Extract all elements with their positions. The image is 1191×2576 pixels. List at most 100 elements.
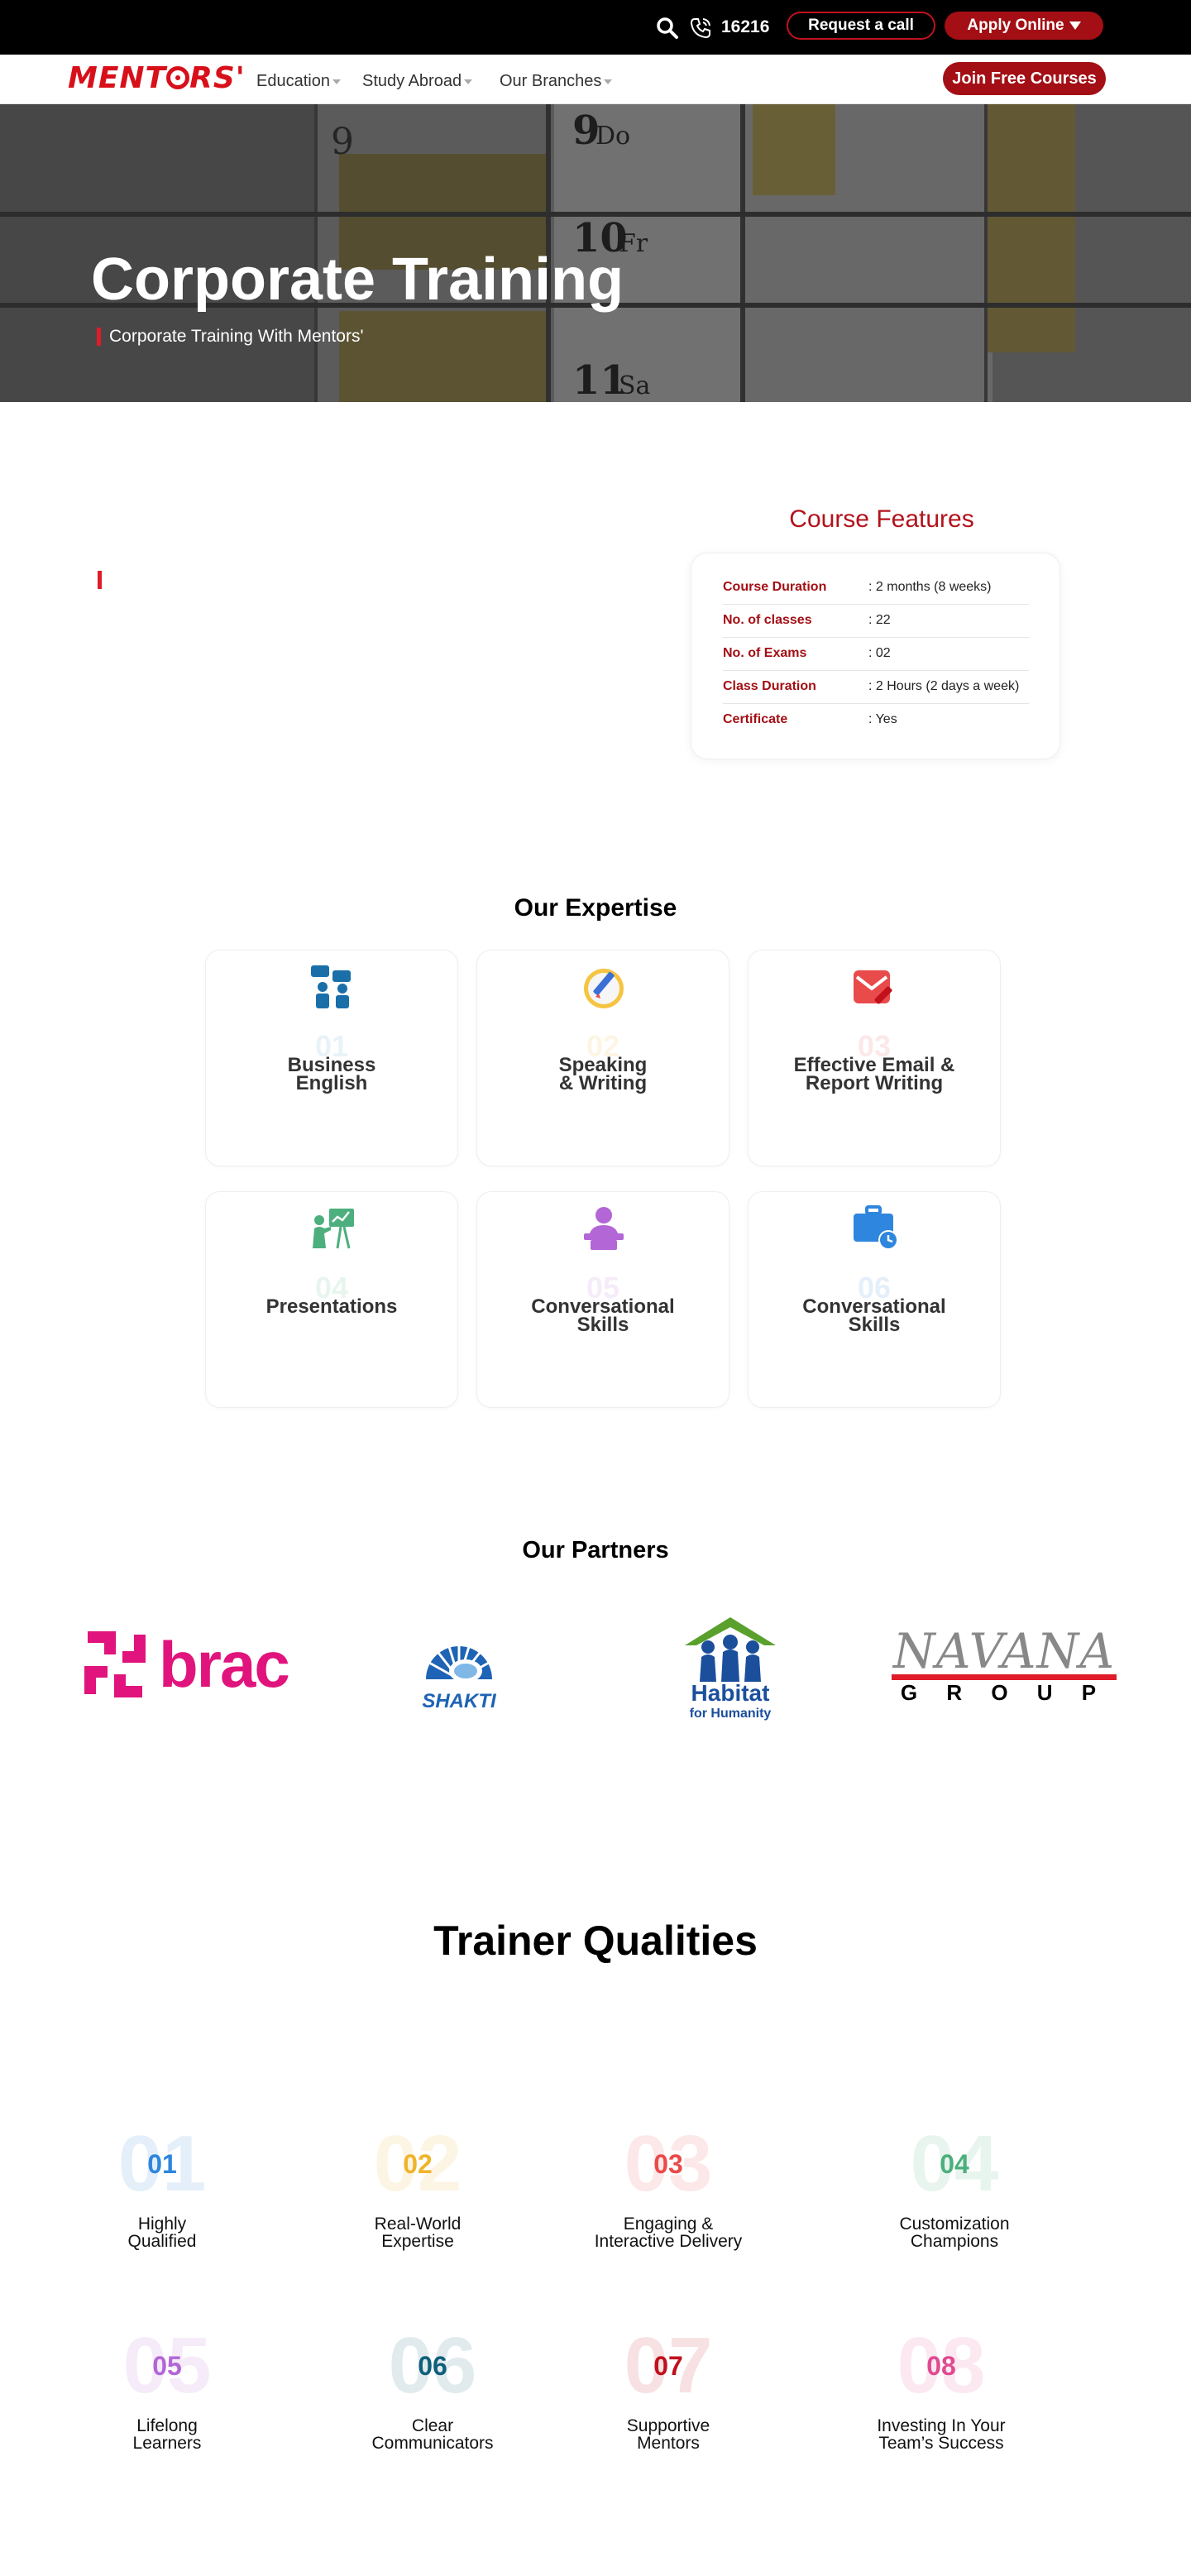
habitat-logo-text: Habitat — [691, 1680, 770, 1706]
card-label: Conversational Skills — [477, 1297, 729, 1336]
partner-logo-brac[interactable]: brac — [79, 1626, 303, 1702]
quality-label-line: Lifelong — [136, 2416, 198, 2435]
nav-item-education[interactable]: Education — [256, 71, 341, 91]
feature-value: : 02 — [868, 646, 891, 660]
mentors-logo[interactable]: MENT RS' — [68, 60, 246, 98]
quality-label: Engaging & Interactive Delivery — [561, 2215, 776, 2250]
quality-label: Customization Champions — [847, 2215, 1062, 2250]
quality-number: 08 — [926, 2351, 956, 2381]
quality-label: Lifelong Learners — [60, 2417, 275, 2452]
partner-logo-habitat[interactable]: Habitat for Humanity — [683, 1616, 777, 1725]
quality-label-line: Real-World — [374, 2214, 462, 2234]
shakti-sun-icon — [426, 1640, 492, 1683]
habitat-logo-subtext: for Humanity — [689, 1707, 772, 1721]
quality-label: Clear Communicators — [325, 2417, 540, 2452]
quality-number: 05 — [152, 2351, 182, 2381]
quality-label: Highly Qualified — [55, 2215, 270, 2250]
quality-label-line: Investing In Your — [877, 2416, 1006, 2435]
quality-label-line: Communicators — [371, 2434, 494, 2453]
feature-value: : 2 Hours (2 days a week) — [868, 679, 1020, 693]
chevron-down-icon — [1069, 21, 1081, 30]
trainer-qualities-title: Trainer Qualities — [433, 1918, 758, 1964]
quality-label-line: Expertise — [381, 2232, 454, 2251]
search-icon[interactable] — [655, 16, 680, 41]
expertise-card[interactable]: 04 Presentations — [205, 1191, 458, 1408]
expertise-card[interactable]: 02 Speaking & Writing — [476, 950, 729, 1166]
feature-label: No. of classes — [723, 613, 812, 627]
feature-row: Certificate : Yes — [723, 704, 1029, 737]
nav-item-label: Education — [256, 72, 330, 90]
logo-o-mark — [166, 66, 190, 89]
apply-online-button[interactable]: Apply Online — [945, 12, 1103, 40]
chevron-down-icon — [464, 79, 473, 84]
expertise-title: Our Expertise — [514, 894, 677, 922]
phone-icon[interactable] — [688, 16, 713, 41]
section-accent-bar — [98, 571, 102, 589]
quality-number: 06 — [418, 2351, 447, 2381]
chevron-down-icon — [604, 79, 613, 84]
course-features-card: Course Duration : 2 months (8 weeks) No.… — [691, 553, 1060, 759]
navana-red-bar — [892, 1674, 1117, 1680]
card-label-line: Skills — [576, 1314, 629, 1336]
feature-label: Certificate — [723, 712, 788, 726]
quality-number: 07 — [653, 2351, 683, 2381]
partner-logo-shakti[interactable]: SHAKTI — [418, 1613, 500, 1726]
card-label-line: & Writing — [558, 1072, 648, 1094]
business-english-icon — [311, 965, 351, 1008]
card-label: Effective Email & Report Writing — [749, 1056, 1000, 1094]
brac-logo-text: brac — [159, 1628, 290, 1701]
request-call-button[interactable]: Request a call — [787, 12, 935, 40]
quality-number: 04 — [940, 2149, 969, 2179]
feature-value: : 22 — [868, 613, 891, 627]
chevron-down-icon — [332, 79, 341, 84]
speaking-writing-icon — [584, 969, 624, 1008]
feature-value: : 2 months (8 weeks) — [868, 580, 992, 594]
card-label-line: Report Writing — [805, 1072, 944, 1094]
logo-text: MENT — [68, 61, 167, 95]
quality-label: Real-World Expertise — [310, 2215, 525, 2250]
feature-row: Class Duration : 2 Hours (2 days a week) — [723, 671, 1029, 704]
expertise-card[interactable]: 03 Effective Email & Report Writing — [748, 950, 1001, 1166]
conversation-icon — [584, 1207, 624, 1250]
top-bar: 16216 Request a call Apply Online — [0, 0, 1191, 55]
expertise-card[interactable]: 01 Business English — [205, 950, 458, 1166]
feature-row: No. of classes : 22 — [723, 605, 1029, 638]
quality-label-line: Clear — [411, 2416, 454, 2435]
navana-logo-subtext: G R O U P — [900, 1680, 1108, 1705]
quality-label-line: Customization — [899, 2214, 1010, 2234]
expertise-card[interactable]: 06 Conversational Skills — [748, 1191, 1001, 1408]
phone-number[interactable]: 16216 — [721, 17, 769, 38]
briefcase-clock-icon — [854, 1205, 898, 1250]
navana-logo-text: NAVANA — [892, 1623, 1116, 1679]
apply-online-label: Apply Online — [967, 17, 1064, 34]
join-free-courses-button[interactable]: Join Free Courses — [943, 62, 1106, 95]
habitat-house-icon — [685, 1617, 776, 1682]
feature-label: Class Duration — [723, 679, 816, 693]
shakti-logo-text: SHAKTI — [422, 1690, 496, 1712]
partners-title: Our Partners — [522, 1537, 669, 1563]
feature-row: Course Duration : 2 months (8 weeks) — [723, 572, 1029, 605]
quality-label: Supportive Mentors — [561, 2417, 776, 2452]
brac-mark-icon — [84, 1631, 146, 1697]
presentation-icon — [313, 1209, 354, 1249]
card-label-line: English — [295, 1072, 368, 1094]
nav-item-label: Study Abroad — [362, 72, 462, 90]
nav-item-our-branches[interactable]: Our Branches — [500, 71, 613, 91]
expertise-card[interactable]: 05 Conversational Skills — [476, 1191, 729, 1408]
quality-number: 01 — [147, 2149, 177, 2179]
quality-label-line: Highly — [137, 2214, 187, 2234]
nav-item-study-abroad[interactable]: Study Abroad — [362, 71, 473, 91]
card-label: Conversational Skills — [749, 1297, 1000, 1335]
quality-label-line: Qualified — [127, 2232, 197, 2251]
quality-label-line: Learners — [132, 2434, 202, 2453]
partner-logo-navana[interactable]: NAVANA G R O U P — [892, 1626, 1117, 1704]
feature-label: No. of Exams — [723, 646, 807, 660]
nav-item-label: Our Branches — [500, 72, 602, 90]
quality-label-line: Mentors — [637, 2434, 700, 2453]
quality-label-line: Interactive Delivery — [594, 2232, 743, 2251]
card-label-line: Presentations — [265, 1295, 398, 1318]
hero-banner: 9 Do 10 Fr 11 Sa 9 Corporate Training Co… — [0, 104, 1191, 402]
page-title: Corporate Training — [91, 247, 624, 313]
feature-label: Course Duration — [723, 580, 827, 594]
email-icon — [854, 970, 892, 1004]
